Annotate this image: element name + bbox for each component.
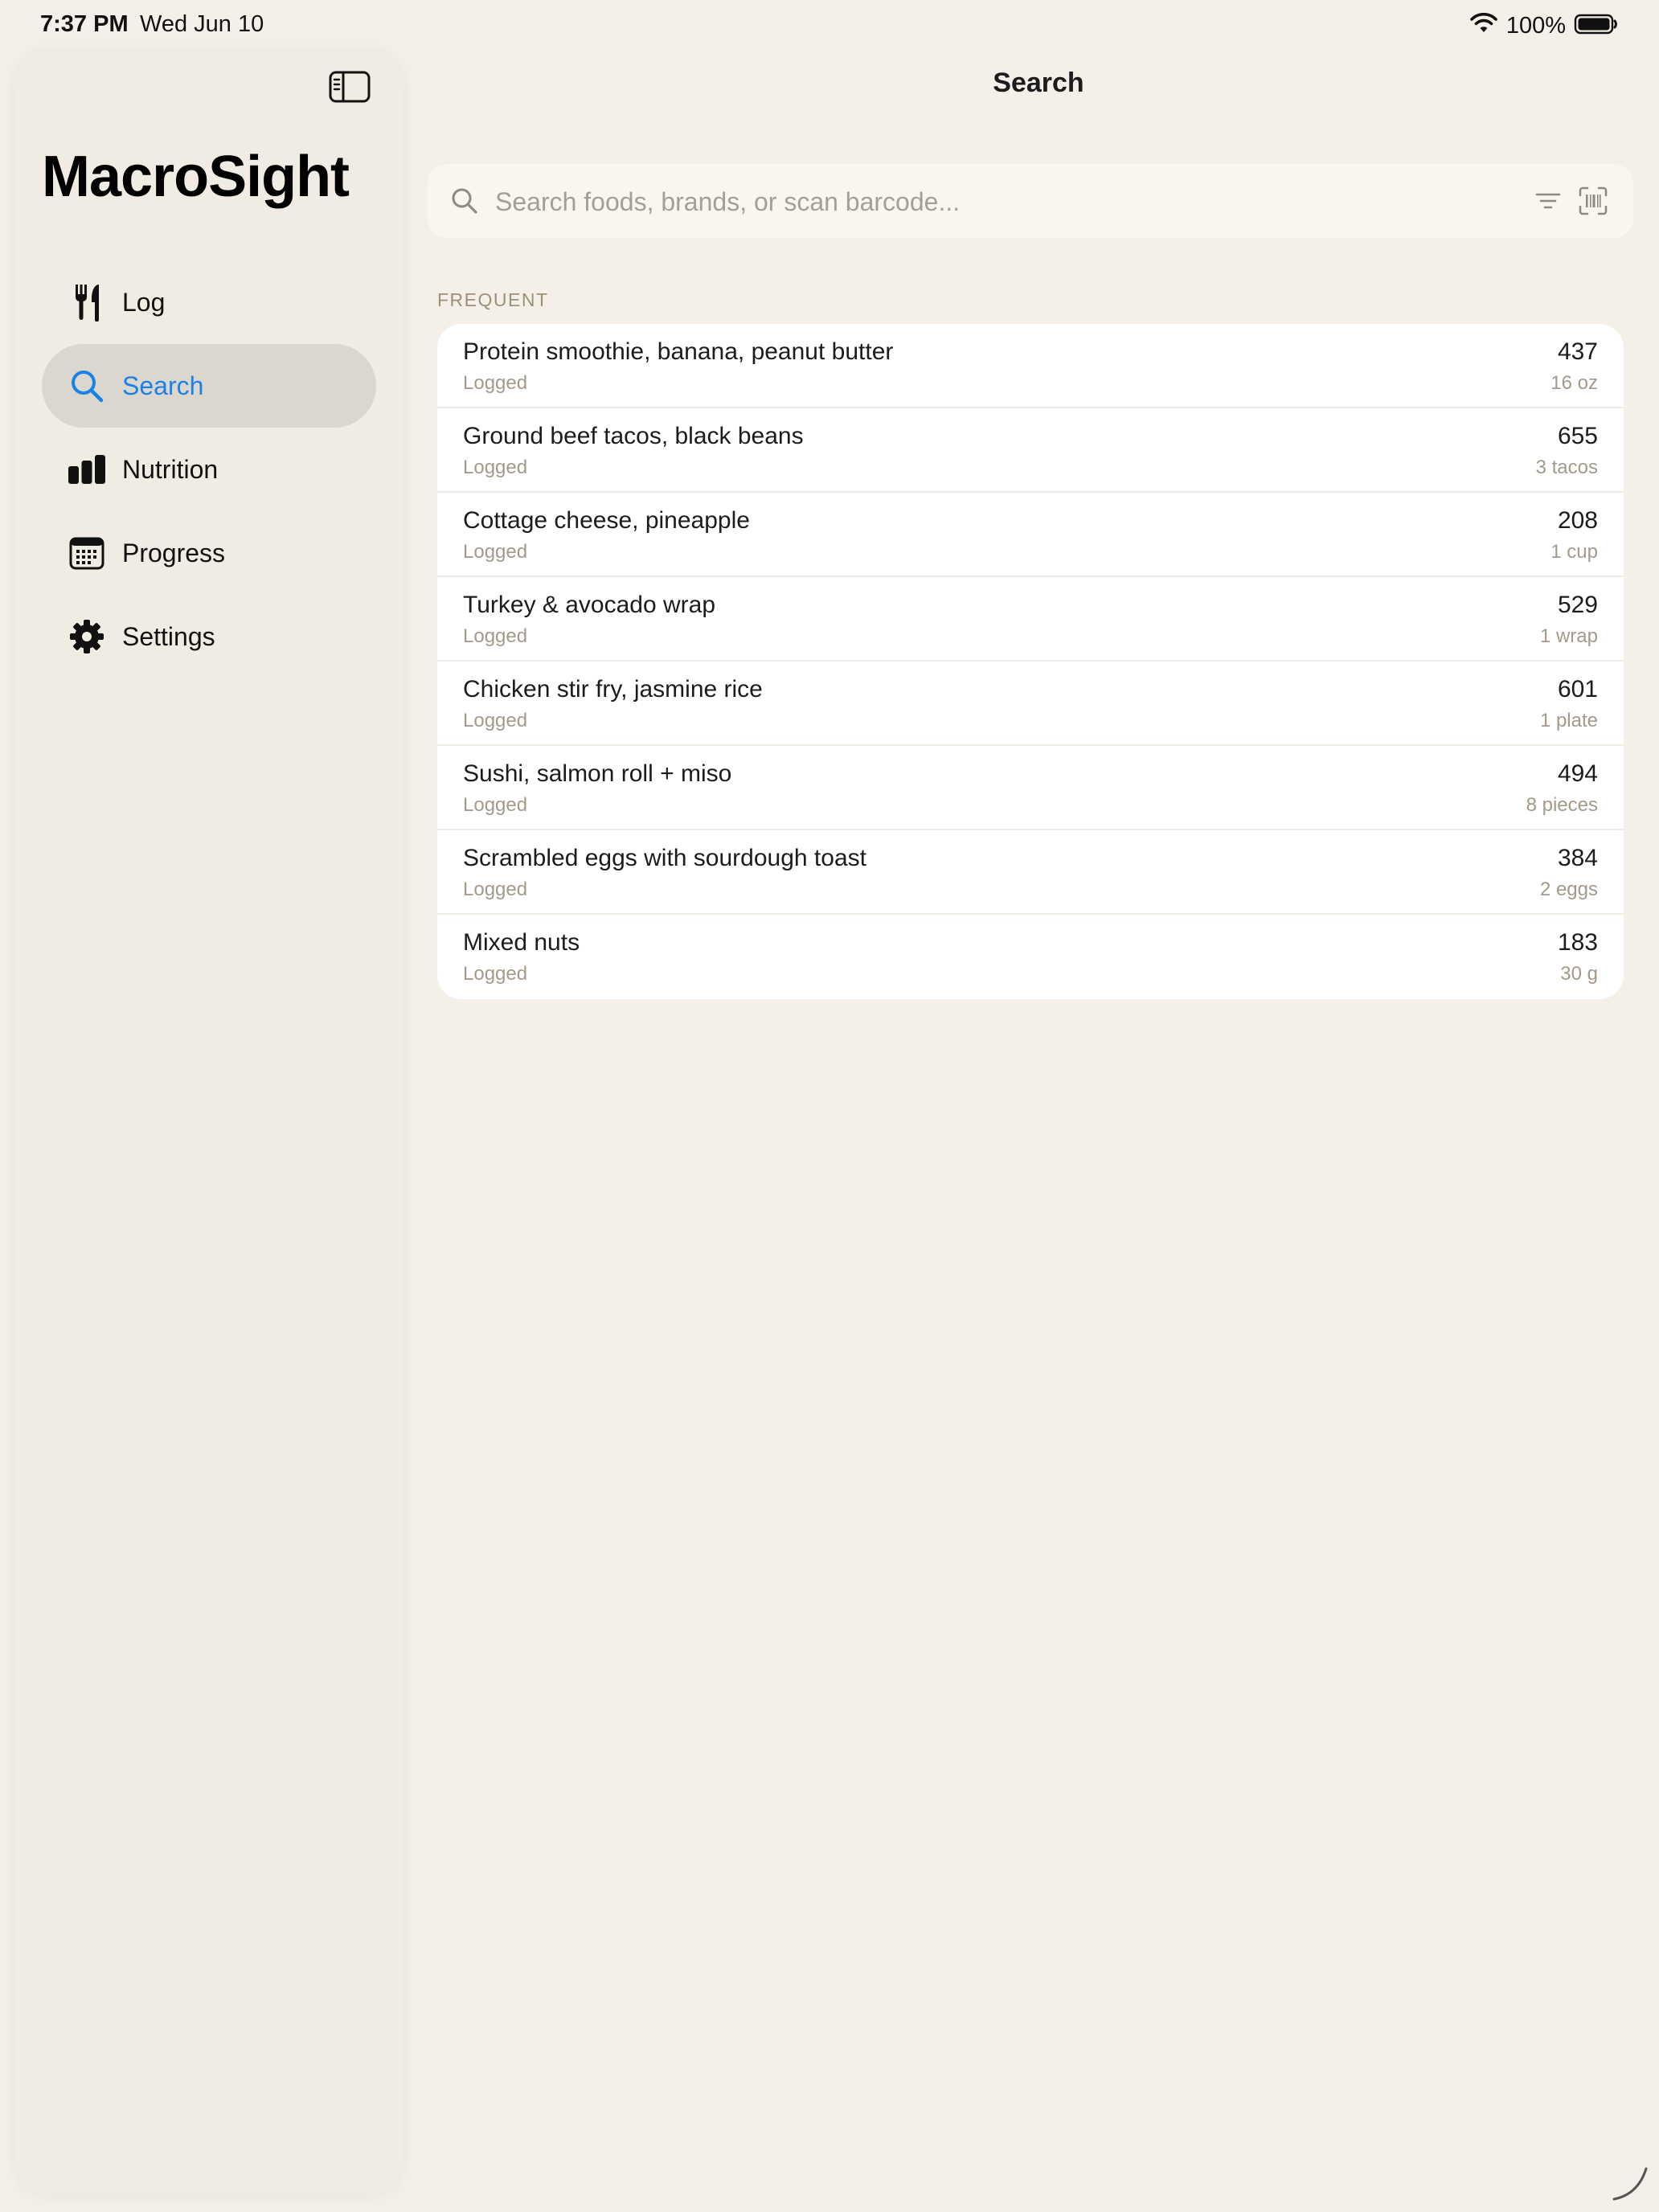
food-serving: 3 tacos	[1535, 457, 1598, 478]
magnifier-icon	[64, 363, 109, 408]
food-calories: 655	[1557, 423, 1598, 449]
food-status: Logged	[463, 541, 528, 563]
list-item[interactable]: Scrambled eggs with sourdough toast Logg…	[437, 830, 1624, 915]
food-status: Logged	[463, 794, 528, 816]
status-bar: 7:37 PM Wed Jun 10 100%	[0, 0, 1659, 51]
status-time: 7:37 PM	[40, 11, 129, 37]
list-item[interactable]: Chicken stir fry, jasmine rice Logged 60…	[437, 662, 1624, 746]
food-name: Mixed nuts	[463, 929, 580, 956]
sidebar-item-log[interactable]: Log	[42, 260, 376, 344]
section-header-frequent: FREQUENT	[437, 289, 549, 310]
food-name: Chicken stir fry, jasmine rice	[463, 676, 763, 703]
food-name: Protein smoothie, banana, peanut butter	[463, 338, 894, 365]
bar-chart-icon	[64, 447, 109, 492]
food-calories: 494	[1557, 760, 1598, 787]
battery-percent: 100%	[1505, 12, 1566, 39]
food-serving: 8 pieces	[1526, 794, 1598, 816]
food-serving: 30 g	[1560, 963, 1598, 985]
status-date: Wed Jun 10	[140, 11, 264, 37]
food-serving: 16 oz	[1550, 372, 1598, 394]
battery-icon	[1574, 13, 1619, 39]
food-status: Logged	[463, 963, 528, 985]
sidebar-item-progress[interactable]: Progress	[42, 511, 376, 595]
food-calories: 384	[1557, 845, 1598, 871]
food-calories: 529	[1557, 592, 1598, 618]
page-title: Search	[993, 68, 1084, 98]
food-calories: 437	[1557, 338, 1598, 365]
sidebar-item-label: Settings	[122, 621, 215, 651]
app-title: MacroSight	[42, 145, 350, 209]
fork-knife-icon	[64, 280, 109, 325]
status-indicators: 100%	[1469, 8, 1619, 43]
list-item[interactable]: Sushi, salmon roll + miso Logged 494 8 p…	[437, 746, 1624, 830]
search-bar	[428, 164, 1633, 238]
food-serving: 2 eggs	[1539, 879, 1598, 900]
food-serving: 1 plate	[1539, 710, 1598, 731]
food-name: Scrambled eggs with sourdough toast	[463, 845, 866, 871]
food-status: Logged	[463, 457, 528, 478]
food-name: Sushi, salmon roll + miso	[463, 760, 732, 787]
food-calories: 183	[1557, 929, 1598, 956]
list-item[interactable]: Mixed nuts Logged 183 30 g	[437, 915, 1624, 999]
sidebar-toggle-button[interactable]	[328, 69, 371, 104]
sidebar-item-label: Log	[122, 287, 166, 317]
food-name: Ground beef tacos, black beans	[463, 423, 804, 449]
barcode-scan-icon[interactable]	[1577, 185, 1609, 217]
food-name: Cottage cheese, pineapple	[463, 507, 750, 534]
gear-icon	[64, 614, 109, 659]
resize-handle-icon[interactable]	[1609, 2162, 1651, 2204]
frequent-food-list: Protein smoothie, banana, peanut butter …	[437, 324, 1624, 999]
sidebar: MacroSight Log Search Nutrition Progress…	[16, 51, 402, 2194]
sidebar-item-label: Progress	[122, 538, 226, 567]
food-calories: 601	[1557, 676, 1598, 703]
sidebar-item-search[interactable]: Search	[42, 344, 376, 428]
search-icon	[450, 186, 479, 215]
list-item[interactable]: Cottage cheese, pineapple Logged 208 1 c…	[437, 493, 1624, 577]
sidebar-item-label: Nutrition	[122, 454, 219, 484]
list-item[interactable]: Protein smoothie, banana, peanut butter …	[437, 324, 1624, 408]
sidebar-item-nutrition[interactable]: Nutrition	[42, 428, 376, 511]
wifi-icon	[1469, 12, 1498, 39]
food-serving: 1 wrap	[1539, 625, 1598, 647]
food-status: Logged	[463, 372, 528, 394]
list-item[interactable]: Turkey & avocado wrap Logged 529 1 wrap	[437, 577, 1624, 662]
sidebar-nav: Log Search Nutrition Progress Settings	[42, 260, 376, 678]
food-calories: 208	[1557, 507, 1598, 534]
food-name: Turkey & avocado wrap	[463, 592, 716, 618]
filter-icon[interactable]	[1534, 186, 1563, 215]
sidebar-item-label: Search	[122, 371, 204, 400]
food-status: Logged	[463, 710, 528, 731]
sidebar-item-settings[interactable]: Settings	[42, 595, 376, 678]
food-status: Logged	[463, 879, 528, 900]
search-input[interactable]	[494, 175, 1526, 228]
food-status: Logged	[463, 625, 528, 647]
sidebar-toggle-icon	[329, 71, 371, 103]
food-serving: 1 cup	[1550, 541, 1598, 563]
calendar-icon	[64, 530, 109, 576]
list-item[interactable]: Ground beef tacos, black beans Logged 65…	[437, 408, 1624, 493]
